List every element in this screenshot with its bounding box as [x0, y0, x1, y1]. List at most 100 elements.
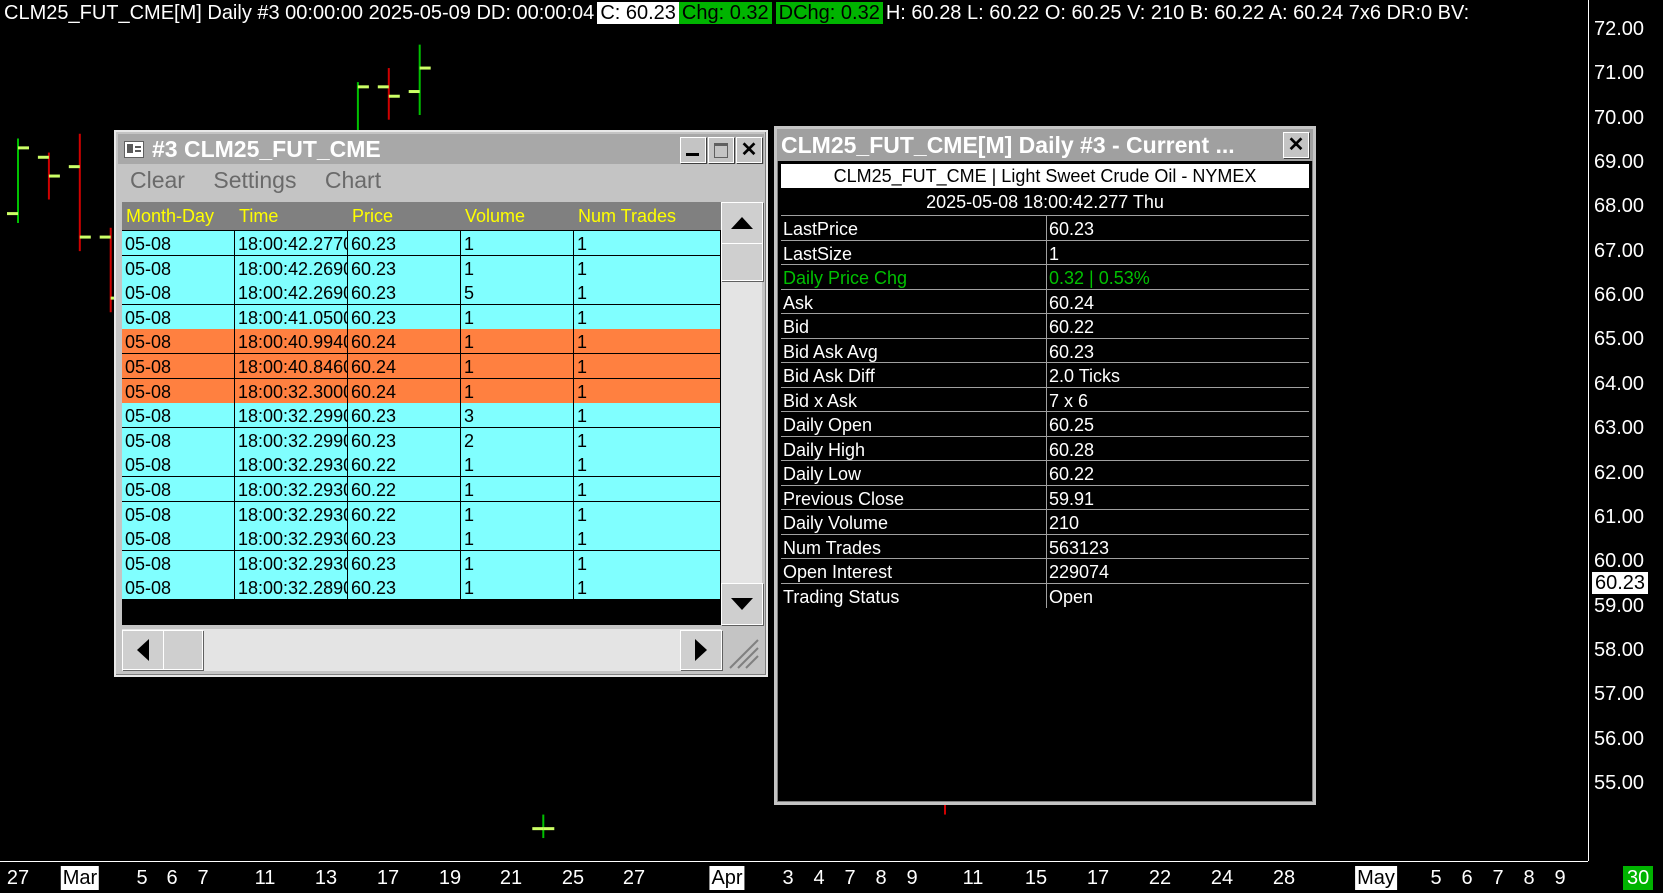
- x-tick-label: 17: [1086, 867, 1110, 889]
- cell-vol: 1: [461, 550, 574, 576]
- quote-field-value: 1: [1047, 239, 1309, 265]
- cell-nt: 1: [574, 501, 721, 527]
- cell-md: 05-08: [122, 452, 235, 478]
- col-num-trades[interactable]: Num Trades: [574, 202, 721, 230]
- quote-field-value: 60.22: [1047, 313, 1309, 338]
- cell-md: 05-08: [122, 304, 235, 330]
- cell-time: 18:00:40.8460: [235, 354, 348, 379]
- cell-nt: 1: [574, 231, 721, 256]
- ts-grid[interactable]: Month-Day Time Price Volume Num Trades 0…: [122, 202, 721, 625]
- quote-field-label: Num Trades: [781, 533, 1047, 559]
- table-row[interactable]: 05-08 18:00:32.2890 60.23 1 1: [122, 575, 721, 601]
- y-tick-label: 62.00: [1594, 461, 1645, 484]
- table-row[interactable]: 05-08 18:00:32.2930 60.22 1 1: [122, 501, 721, 527]
- quote-field-value: 7 x 6: [1047, 386, 1309, 412]
- ts-vertical-scrollbar[interactable]: [721, 202, 763, 625]
- table-row[interactable]: 05-08 18:00:41.0500 60.23 1 1: [122, 304, 721, 330]
- current-quote-window[interactable]: CLM25_FUT_CME[M] Daily #3 - Current ... …: [774, 126, 1316, 805]
- ohlc-bar: [408, 44, 431, 116]
- table-row[interactable]: 05-08 18:00:42.2690 60.23 1 1: [122, 255, 721, 281]
- ts-horizontal-scrollbar[interactable]: [122, 629, 722, 671]
- cell-nt: 1: [574, 452, 721, 478]
- x-tick-label: 11: [962, 867, 984, 889]
- quote-field-label: Bid Ask Avg: [781, 337, 1047, 363]
- close-icon[interactable]: ✕: [736, 137, 762, 163]
- table-row[interactable]: 05-08 18:00:32.2930 60.22 1 1: [122, 477, 721, 502]
- menu-settings[interactable]: Settings: [213, 167, 296, 193]
- cell-md: 05-08: [122, 378, 235, 404]
- table-row[interactable]: 05-08 18:00:32.2990 60.23 3 1: [122, 403, 721, 429]
- x-tick-label: 3: [782, 867, 794, 889]
- cell-price: 60.22: [348, 501, 461, 527]
- ohlc-bar: [37, 152, 60, 200]
- cell-nt: 1: [574, 427, 721, 453]
- hscroll-thumb[interactable]: [163, 630, 203, 670]
- ohlc-bar: [377, 68, 400, 120]
- cell-price: 60.24: [348, 329, 461, 355]
- cell-nt: 1: [574, 550, 721, 576]
- ts-header-row: Month-Day Time Price Volume Num Trades: [122, 202, 721, 230]
- cell-price: 60.23: [348, 403, 461, 429]
- cell-time: 18:00:32.2890: [235, 575, 348, 601]
- quote-field-value: 60.25: [1047, 411, 1309, 436]
- scroll-up-icon[interactable]: [721, 202, 763, 244]
- quote-field-label: Daily Volume: [781, 509, 1047, 534]
- status-daily-change: DChg: 0.32: [775, 2, 883, 24]
- scroll-right-icon[interactable]: [680, 630, 722, 670]
- table-row[interactable]: 05-08 18:00:40.8460 60.24 1 1: [122, 354, 721, 379]
- col-month-day[interactable]: Month-Day: [122, 202, 235, 230]
- resize-grip-icon[interactable]: [724, 632, 760, 670]
- cell-nt: 1: [574, 304, 721, 330]
- ts-title-bar[interactable]: #3 CLM25_FUT_CME ✕: [118, 134, 764, 164]
- y-tick-label: 68.00: [1594, 195, 1645, 218]
- quote-field-label: Bid: [781, 313, 1047, 338]
- scroll-down-icon[interactable]: [721, 583, 763, 625]
- table-row[interactable]: 05-08 18:00:42.2690 60.23 5 1: [122, 280, 721, 306]
- y-tick-label: 61.00: [1594, 505, 1645, 528]
- quote-field-label: Previous Close: [781, 484, 1047, 510]
- cell-time: 18:00:32.2930: [235, 452, 348, 478]
- quote-row: Daily Open 60.25: [781, 411, 1309, 436]
- quote-row: LastSize 1: [781, 239, 1309, 265]
- x-tick-label: Apr: [709, 866, 745, 890]
- menu-clear[interactable]: Clear: [130, 167, 185, 193]
- cell-nt: 1: [574, 329, 721, 355]
- y-tick-label: 65.00: [1594, 328, 1645, 351]
- table-row[interactable]: 05-08 18:00:32.2930 60.23 1 1: [122, 550, 721, 576]
- ts-window-title: #3 CLM25_FUT_CME: [152, 136, 381, 162]
- quote-row: Num Trades 563123: [781, 533, 1309, 559]
- status-close: C: 60.23: [597, 2, 679, 24]
- x-tick-label: 11: [254, 867, 276, 889]
- x-tick-label: 13: [314, 867, 338, 889]
- quote-field-label: Daily Low: [781, 460, 1047, 485]
- last-price-label: 60.23: [1592, 572, 1649, 594]
- maximize-icon[interactable]: [708, 137, 734, 163]
- col-price[interactable]: Price: [348, 202, 461, 230]
- minimize-icon[interactable]: [680, 137, 706, 163]
- quote-row: Bid Ask Avg 60.23: [781, 337, 1309, 363]
- scroll-thumb[interactable]: [721, 243, 763, 281]
- close-icon[interactable]: ✕: [1283, 132, 1309, 158]
- col-volume[interactable]: Volume: [461, 202, 574, 230]
- quote-timestamp: 2025-05-08 18:00:42.277 Thu: [926, 192, 1164, 212]
- table-row[interactable]: 05-08 18:00:40.9940 60.24 1 1: [122, 329, 721, 355]
- col-time[interactable]: Time: [235, 202, 348, 230]
- table-row[interactable]: 05-08 18:00:32.3000 60.24 1 1: [122, 378, 721, 404]
- table-row[interactable]: 05-08 18:00:42.2770 60.23 1 1: [122, 231, 721, 256]
- scroll-left-icon[interactable]: [122, 630, 164, 670]
- cell-time: 18:00:32.2990: [235, 403, 348, 429]
- time-and-sales-window[interactable]: #3 CLM25_FUT_CME ✕ Clear Settings Chart …: [114, 130, 768, 677]
- table-row[interactable]: 05-08 18:00:32.2990 60.23 2 1: [122, 427, 721, 453]
- table-row[interactable]: 05-08 18:00:32.2930 60.23 1 1: [122, 526, 721, 552]
- quote-field-value: 60.23: [1047, 337, 1309, 363]
- quote-title-bar[interactable]: CLM25_FUT_CME[M] Daily #3 - Current ... …: [777, 129, 1313, 161]
- cell-price: 60.23: [348, 575, 461, 601]
- x-tick-label: 27: [622, 867, 646, 889]
- cell-time: 18:00:41.0500: [235, 304, 348, 330]
- y-tick-label: 72.00: [1594, 18, 1645, 40]
- table-row[interactable]: 05-08 18:00:32.2930 60.22 1 1: [122, 452, 721, 478]
- cell-price: 60.23: [348, 231, 461, 256]
- cell-nt: 1: [574, 378, 721, 404]
- menu-chart[interactable]: Chart: [325, 167, 381, 193]
- x-tick-label: 21: [499, 867, 523, 889]
